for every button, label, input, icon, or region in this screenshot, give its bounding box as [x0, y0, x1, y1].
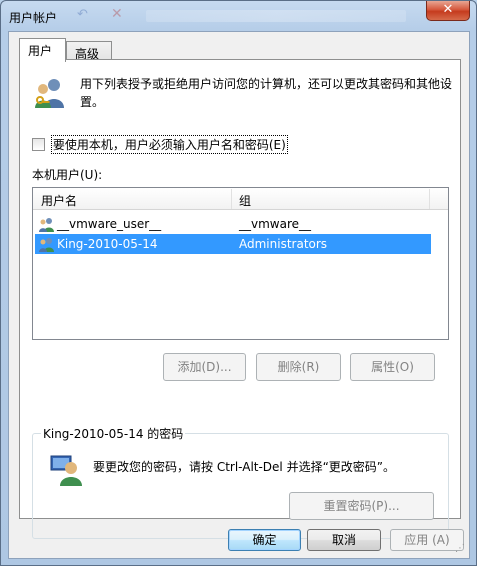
user-properties-button[interactable]: 属性(O): [350, 353, 435, 381]
add-user-button[interactable]: 添加(D)...: [163, 353, 246, 381]
local-users-list[interactable]: 用户名 组 __vmware_user__ __vmware__ King-20…: [32, 187, 449, 340]
local-users-label: 本机用户(U):: [32, 168, 103, 182]
apply-button[interactable]: 应用 (A): [390, 529, 464, 551]
background-stop-icon: ✕: [111, 6, 123, 22]
require-login-checkbox[interactable]: [32, 138, 45, 151]
table-row[interactable]: King-2010-05-14 Administrators: [35, 234, 431, 254]
column-divider[interactable]: [231, 189, 232, 209]
row-group: __vmware__: [239, 217, 312, 231]
background-back-arrow-icon: ↶: [77, 7, 88, 22]
tab-users-label: 用户: [28, 44, 53, 58]
row-group: Administrators: [239, 237, 328, 251]
resize-grip-icon[interactable]: ⋰: [455, 544, 467, 556]
close-button[interactable]: ✕: [426, 1, 470, 21]
user-keys-icon: [35, 79, 64, 108]
row-username: __vmware_user__: [57, 217, 162, 231]
intro-description: 用下列表授予或拒绝用户访问您的计算机，还可以更改其密码和其他设置。: [80, 77, 453, 109]
password-instructions: 要更改您的密码，请按 Ctrl-Alt-Del 并选择“更改密码”。: [93, 460, 396, 474]
password-group-title: King-2010-05-14 的密码: [41, 425, 186, 442]
user-accounts-window: 用户帐户 ↶ ✕ ✕ 用户 高级 用下列表授予或拒绝用户访问您的计算机，还可以更…: [0, 0, 477, 566]
cancel-button[interactable]: 取消: [307, 529, 381, 551]
user-icon: [39, 218, 54, 232]
change-password-icon: [50, 455, 82, 486]
table-row[interactable]: __vmware_user__ __vmware__: [35, 214, 431, 234]
list-header: 用户名 组: [33, 188, 448, 210]
users-tab-panel: 用下列表授予或拒绝用户访问您的计算机，还可以更改其密码和其他设置。 要使用本机，…: [19, 59, 461, 539]
ok-button[interactable]: 确定: [228, 529, 301, 551]
password-groupbox: King-2010-05-14 的密码 要更改您的密码，请按 Ctrl-Alt-…: [32, 425, 449, 539]
reset-password-button[interactable]: 重置密码(P)...: [289, 492, 434, 520]
tab-advanced[interactable]: 高级: [66, 41, 112, 61]
title-bar[interactable]: 用户帐户 ↶ ✕ ✕: [1, 1, 476, 31]
close-icon: ✕: [442, 2, 454, 17]
row-username: King-2010-05-14: [57, 237, 158, 251]
window-title: 用户帐户: [9, 11, 58, 25]
require-login-label[interactable]: 要使用本机，用户必须输入用户名和密码(E): [50, 135, 288, 154]
delete-user-button[interactable]: 删除(R): [256, 353, 341, 381]
tab-users[interactable]: 用户: [19, 38, 66, 62]
user-icon: [39, 238, 54, 252]
column-header-group[interactable]: 组: [239, 192, 251, 209]
column-header-username[interactable]: 用户名: [41, 192, 77, 209]
background-address-bar: [146, 10, 406, 22]
dialog-client-area: 用户 高级 用下列表授予或拒绝用户访问您的计算机，还可以更改其密码和其他设置。 …: [8, 31, 470, 559]
require-login-row[interactable]: 要使用本机，用户必须输入用户名和密码(E): [32, 135, 288, 154]
column-divider[interactable]: [429, 189, 430, 209]
